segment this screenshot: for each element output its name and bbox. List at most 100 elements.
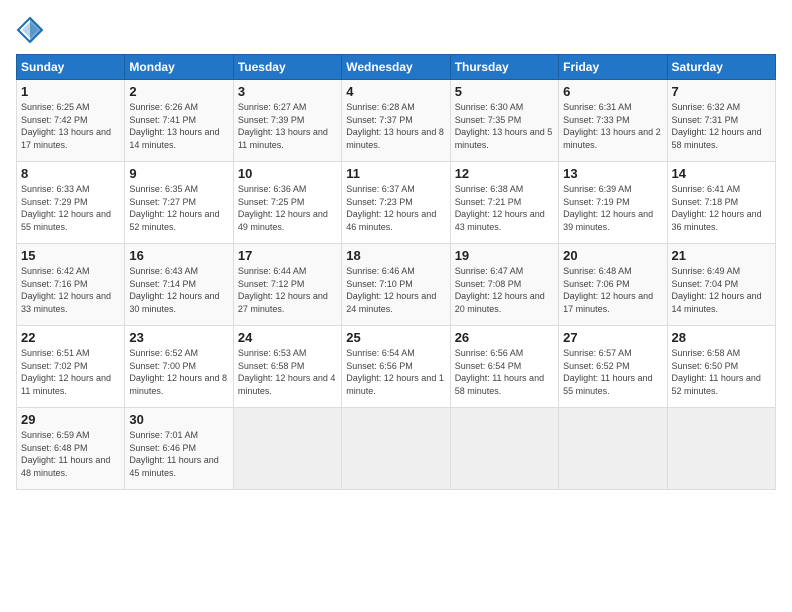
day-number: 8 bbox=[21, 166, 120, 181]
day-info: Sunrise: 6:41 AMSunset: 7:18 PMDaylight:… bbox=[672, 183, 771, 233]
day-info: Sunrise: 6:42 AMSunset: 7:16 PMDaylight:… bbox=[21, 265, 120, 315]
logo-icon bbox=[16, 16, 44, 44]
calendar-cell: 8 Sunrise: 6:33 AMSunset: 7:29 PMDaylight… bbox=[17, 162, 125, 244]
day-number: 12 bbox=[455, 166, 554, 181]
day-number: 18 bbox=[346, 248, 445, 263]
day-number: 20 bbox=[563, 248, 662, 263]
calendar-week-row: 1Sunrise: 6:25 AMSunset: 7:42 PMDaylight… bbox=[17, 80, 776, 162]
day-number: 23 bbox=[129, 330, 228, 345]
day-number: 26 bbox=[455, 330, 554, 345]
day-info: Sunrise: 6:38 AMSunset: 7:21 PMDaylight:… bbox=[455, 183, 554, 233]
day-info: Sunrise: 6:58 AMSunset: 6:50 PMDaylight:… bbox=[672, 347, 771, 397]
weekday-header-friday: Friday bbox=[559, 55, 667, 80]
calendar-cell: 7 Sunrise: 6:32 AMSunset: 7:31 PMDaylight… bbox=[667, 80, 775, 162]
day-info: Sunrise: 6:39 AMSunset: 7:19 PMDaylight:… bbox=[563, 183, 662, 233]
calendar-cell: 28 Sunrise: 6:58 AMSunset: 6:50 PMDayligh… bbox=[667, 326, 775, 408]
day-info: Sunrise: 6:54 AMSunset: 6:56 PMDaylight:… bbox=[346, 347, 445, 397]
day-info: Sunrise: 6:53 AMSunset: 6:58 PMDaylight:… bbox=[238, 347, 337, 397]
day-info: Sunrise: 6:51 AMSunset: 7:02 PMDaylight:… bbox=[21, 347, 120, 397]
calendar-cell: 13 Sunrise: 6:39 AMSunset: 7:19 PMDayligh… bbox=[559, 162, 667, 244]
day-number: 9 bbox=[129, 166, 228, 181]
weekday-header-tuesday: Tuesday bbox=[233, 55, 341, 80]
day-info: Sunrise: 6:33 AMSunset: 7:29 PMDaylight:… bbox=[21, 183, 120, 233]
weekday-header-wednesday: Wednesday bbox=[342, 55, 450, 80]
calendar-week-row: 15Sunrise: 6:42 AMSunset: 7:16 PMDayligh… bbox=[17, 244, 776, 326]
calendar-cell: 24 Sunrise: 6:53 AMSunset: 6:58 PMDayligh… bbox=[233, 326, 341, 408]
calendar-cell: 5 Sunrise: 6:30 AMSunset: 7:35 PMDaylight… bbox=[450, 80, 558, 162]
day-number: 13 bbox=[563, 166, 662, 181]
calendar-cell: 27 Sunrise: 6:57 AMSunset: 6:52 PMDayligh… bbox=[559, 326, 667, 408]
day-info: Sunrise: 6:35 AMSunset: 7:27 PMDaylight:… bbox=[129, 183, 228, 233]
calendar-week-row: 22 Sunrise: 6:51 AMSunset: 7:02 PMDayligh… bbox=[17, 326, 776, 408]
calendar-cell: 4 Sunrise: 6:28 AMSunset: 7:37 PMDaylight… bbox=[342, 80, 450, 162]
calendar-cell: 21 Sunrise: 6:49 AMSunset: 7:04 PMDayligh… bbox=[667, 244, 775, 326]
day-info: Sunrise: 6:27 AMSunset: 7:39 PMDaylight:… bbox=[238, 101, 337, 151]
day-number: 7 bbox=[672, 84, 771, 99]
day-info: Sunrise: 6:46 AMSunset: 7:10 PMDaylight:… bbox=[346, 265, 445, 315]
calendar-table: SundayMondayTuesdayWednesdayThursdayFrid… bbox=[16, 54, 776, 490]
day-info: Sunrise: 6:49 AMSunset: 7:04 PMDaylight:… bbox=[672, 265, 771, 315]
day-number: 21 bbox=[672, 248, 771, 263]
calendar-cell: 9 Sunrise: 6:35 AMSunset: 7:27 PMDaylight… bbox=[125, 162, 233, 244]
day-info: Sunrise: 6:57 AMSunset: 6:52 PMDaylight:… bbox=[563, 347, 662, 397]
calendar-cell: 23 Sunrise: 6:52 AMSunset: 7:00 PMDayligh… bbox=[125, 326, 233, 408]
day-number: 28 bbox=[672, 330, 771, 345]
day-info: Sunrise: 6:47 AMSunset: 7:08 PMDaylight:… bbox=[455, 265, 554, 315]
logo bbox=[16, 16, 48, 44]
calendar-cell: 29 Sunrise: 6:59 AMSunset: 6:48 PMDayligh… bbox=[17, 408, 125, 490]
day-info: Sunrise: 6:48 AMSunset: 7:06 PMDaylight:… bbox=[563, 265, 662, 315]
day-number: 24 bbox=[238, 330, 337, 345]
calendar-cell bbox=[450, 408, 558, 490]
calendar-cell: 22 Sunrise: 6:51 AMSunset: 7:02 PMDayligh… bbox=[17, 326, 125, 408]
day-number: 16 bbox=[129, 248, 228, 263]
day-info: Sunrise: 6:31 AMSunset: 7:33 PMDaylight:… bbox=[563, 101, 662, 151]
calendar-cell: 3Sunrise: 6:27 AMSunset: 7:39 PMDaylight… bbox=[233, 80, 341, 162]
calendar-cell: 10Sunrise: 6:36 AMSunset: 7:25 PMDayligh… bbox=[233, 162, 341, 244]
day-number: 14 bbox=[672, 166, 771, 181]
calendar-cell: 16 Sunrise: 6:43 AMSunset: 7:14 PMDayligh… bbox=[125, 244, 233, 326]
calendar-cell: 15Sunrise: 6:42 AMSunset: 7:16 PMDayligh… bbox=[17, 244, 125, 326]
day-info: Sunrise: 6:25 AMSunset: 7:42 PMDaylight:… bbox=[21, 101, 120, 151]
day-number: 5 bbox=[455, 84, 554, 99]
day-number: 22 bbox=[21, 330, 120, 345]
calendar-cell: 19 Sunrise: 6:47 AMSunset: 7:08 PMDayligh… bbox=[450, 244, 558, 326]
calendar-page: SundayMondayTuesdayWednesdayThursdayFrid… bbox=[0, 0, 792, 612]
day-number: 17 bbox=[238, 248, 337, 263]
calendar-cell bbox=[342, 408, 450, 490]
day-number: 19 bbox=[455, 248, 554, 263]
day-number: 27 bbox=[563, 330, 662, 345]
day-info: Sunrise: 6:32 AMSunset: 7:31 PMDaylight:… bbox=[672, 101, 771, 151]
calendar-cell: 11Sunrise: 6:37 AMSunset: 7:23 PMDayligh… bbox=[342, 162, 450, 244]
day-number: 4 bbox=[346, 84, 445, 99]
day-number: 25 bbox=[346, 330, 445, 345]
calendar-cell: 14 Sunrise: 6:41 AMSunset: 7:18 PMDayligh… bbox=[667, 162, 775, 244]
day-info: Sunrise: 6:30 AMSunset: 7:35 PMDaylight:… bbox=[455, 101, 554, 151]
day-number: 29 bbox=[21, 412, 120, 427]
calendar-cell: 20 Sunrise: 6:48 AMSunset: 7:06 PMDayligh… bbox=[559, 244, 667, 326]
weekday-header-sunday: Sunday bbox=[17, 55, 125, 80]
calendar-cell: 2 Sunrise: 6:26 AMSunset: 7:41 PMDaylight… bbox=[125, 80, 233, 162]
day-number: 6 bbox=[563, 84, 662, 99]
weekday-header-row: SundayMondayTuesdayWednesdayThursdayFrid… bbox=[17, 55, 776, 80]
day-info: Sunrise: 6:28 AMSunset: 7:37 PMDaylight:… bbox=[346, 101, 445, 151]
calendar-cell: 17Sunrise: 6:44 AMSunset: 7:12 PMDayligh… bbox=[233, 244, 341, 326]
calendar-week-row: 8 Sunrise: 6:33 AMSunset: 7:29 PMDaylight… bbox=[17, 162, 776, 244]
calendar-cell: 30 Sunrise: 7:01 AMSunset: 6:46 PMDayligh… bbox=[125, 408, 233, 490]
weekday-header-thursday: Thursday bbox=[450, 55, 558, 80]
calendar-cell: 12 Sunrise: 6:38 AMSunset: 7:21 PMDayligh… bbox=[450, 162, 558, 244]
day-info: Sunrise: 6:43 AMSunset: 7:14 PMDaylight:… bbox=[129, 265, 228, 315]
weekday-header-monday: Monday bbox=[125, 55, 233, 80]
calendar-cell bbox=[233, 408, 341, 490]
day-info: Sunrise: 6:52 AMSunset: 7:00 PMDaylight:… bbox=[129, 347, 228, 397]
day-info: Sunrise: 6:37 AMSunset: 7:23 PMDaylight:… bbox=[346, 183, 445, 233]
day-info: Sunrise: 7:01 AMSunset: 6:46 PMDaylight:… bbox=[129, 429, 228, 479]
day-number: 30 bbox=[129, 412, 228, 427]
day-number: 2 bbox=[129, 84, 228, 99]
calendar-cell: 25 Sunrise: 6:54 AMSunset: 6:56 PMDayligh… bbox=[342, 326, 450, 408]
calendar-cell: 6 Sunrise: 6:31 AMSunset: 7:33 PMDaylight… bbox=[559, 80, 667, 162]
day-info: Sunrise: 6:59 AMSunset: 6:48 PMDaylight:… bbox=[21, 429, 120, 479]
day-info: Sunrise: 6:26 AMSunset: 7:41 PMDaylight:… bbox=[129, 101, 228, 151]
calendar-cell: 1Sunrise: 6:25 AMSunset: 7:42 PMDaylight… bbox=[17, 80, 125, 162]
calendar-cell: 26Sunrise: 6:56 AMSunset: 6:54 PMDayligh… bbox=[450, 326, 558, 408]
calendar-week-row: 29 Sunrise: 6:59 AMSunset: 6:48 PMDayligh… bbox=[17, 408, 776, 490]
